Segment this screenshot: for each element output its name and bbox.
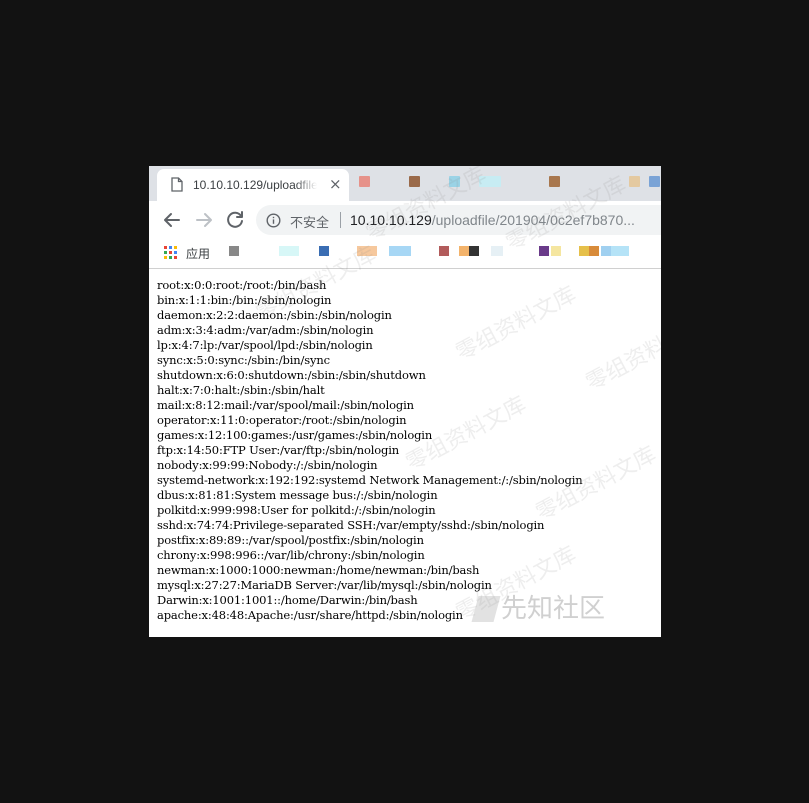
- passwd-line: sync:x:5:0:sync:/sbin:/bin/sync: [157, 353, 330, 367]
- bookmark-item[interactable]: [491, 246, 503, 256]
- passwd-line: mail:x:8:12:mail:/var/spool/mail:/sbin/n…: [157, 398, 414, 412]
- address-bar[interactable]: 不安全 10.10.10.129/uploadfile/201904/0c2ef…: [256, 205, 661, 235]
- tab-strip: 10.10.10.129/uploadfile ×: [149, 166, 661, 201]
- background-tab-favicon[interactable]: [629, 176, 640, 187]
- bookmark-item[interactable]: [469, 246, 479, 256]
- passwd-line: Darwin:x:1001:1001::/home/Darwin:/bin/ba…: [157, 593, 418, 607]
- url-host: 10.10.10.129: [350, 212, 432, 228]
- passwd-line: daemon:x:2:2:daemon:/sbin:/sbin/nologin: [157, 308, 392, 322]
- tab-title: 10.10.10.129/uploadfile: [193, 178, 317, 194]
- bookmark-item[interactable]: [551, 246, 561, 256]
- background-tab-favicon[interactable]: [409, 176, 420, 187]
- bookmark-item[interactable]: [319, 246, 329, 256]
- passwd-line: root:x:0:0:root:/root:/bin/bash: [157, 278, 327, 292]
- bookmark-item[interactable]: [459, 246, 469, 256]
- bookmark-item[interactable]: [229, 246, 239, 256]
- passwd-line: newman:x:1000:1000:newman:/home/newman:/…: [157, 563, 480, 577]
- document-icon: [171, 177, 183, 196]
- passwd-line: games:x:12:100:games:/usr/games:/sbin/no…: [157, 428, 433, 442]
- passwd-line: shutdown:x:6:0:shutdown:/sbin:/sbin/shut…: [157, 368, 426, 382]
- bookmark-item[interactable]: [589, 246, 599, 256]
- reload-icon[interactable]: [223, 208, 247, 232]
- bookmark-item[interactable]: [279, 246, 299, 256]
- passwd-line: adm:x:3:4:adm:/var/adm:/sbin/nologin: [157, 323, 374, 337]
- bookmark-item[interactable]: [439, 246, 449, 256]
- passwd-line: bin:x:1:1:bin:/bin:/sbin/nologin: [157, 293, 332, 307]
- bookmark-item[interactable]: [357, 246, 377, 256]
- bookmark-item[interactable]: [611, 246, 629, 256]
- passwd-line: nobody:x:99:99:Nobody:/:/sbin/nologin: [157, 458, 378, 472]
- navigation-toolbar: 不安全 10.10.10.129/uploadfile/201904/0c2ef…: [149, 201, 661, 238]
- passwd-line: halt:x:7:0:halt:/sbin:/sbin/halt: [157, 383, 325, 397]
- url-path: /uploadfile/201904/0c2ef7b870...: [431, 212, 635, 228]
- passwd-line: lp:x:4:7:lp:/var/spool/lpd:/sbin/nologin: [157, 338, 373, 352]
- passwd-line: mysql:x:27:27:MariaDB Server:/var/lib/my…: [157, 578, 492, 592]
- bookmark-item[interactable]: [389, 246, 411, 256]
- background-tab-favicon[interactable]: [449, 176, 460, 187]
- active-tab[interactable]: 10.10.10.129/uploadfile ×: [157, 169, 349, 201]
- security-status-label[interactable]: 不安全: [290, 212, 329, 231]
- passwd-line: apache:x:48:48:Apache:/usr/share/httpd:/…: [157, 608, 463, 622]
- browser-window: 10.10.10.129/uploadfile × 不安全 10.10.10.1…: [149, 166, 661, 637]
- background-tab-favicon[interactable]: [359, 176, 370, 187]
- passwd-file-text: root:x:0:0:root:/root:/bin/bash bin:x:1:1…: [157, 278, 583, 623]
- page-content: root:x:0:0:root:/root:/bin/bash bin:x:1:1…: [149, 269, 661, 637]
- bookmark-item[interactable]: [601, 246, 611, 256]
- apps-label[interactable]: 应用: [186, 245, 210, 262]
- back-arrow-icon[interactable]: [160, 208, 184, 232]
- passwd-line: postfix:x:89:89::/var/spool/postfix:/sbi…: [157, 533, 424, 547]
- background-tab-favicon[interactable]: [549, 176, 560, 187]
- passwd-line: operator:x:11:0:operator:/root:/sbin/nol…: [157, 413, 407, 427]
- url-text[interactable]: 10.10.10.129/uploadfile/201904/0c2ef7b87…: [350, 212, 635, 228]
- bookmark-item[interactable]: [539, 246, 549, 256]
- passwd-line: polkitd:x:999:998:User for polkitd:/:/sb…: [157, 503, 436, 517]
- background-tab-favicon[interactable]: [649, 176, 660, 187]
- bookmark-item[interactable]: [579, 246, 589, 256]
- passwd-line: systemd-network:x:192:192:systemd Networ…: [157, 473, 583, 487]
- apps-grid-icon[interactable]: [164, 246, 177, 259]
- passwd-line: dbus:x:81:81:System message bus:/:/sbin/…: [157, 488, 438, 502]
- passwd-line: sshd:x:74:74:Privilege-separated SSH:/va…: [157, 518, 545, 532]
- bookmarks-bar: 应用: [149, 238, 661, 269]
- forward-arrow-icon[interactable]: [192, 208, 216, 232]
- tab-close-icon[interactable]: ×: [329, 176, 342, 192]
- info-icon[interactable]: [266, 213, 281, 232]
- passwd-line: chrony:x:998:996::/var/lib/chrony:/sbin/…: [157, 548, 425, 562]
- background-tab-favicon[interactable]: [479, 176, 501, 187]
- passwd-line: ftp:x:14:50:FTP User:/var/ftp:/sbin/nolo…: [157, 443, 400, 457]
- omnibox-divider: [340, 212, 341, 228]
